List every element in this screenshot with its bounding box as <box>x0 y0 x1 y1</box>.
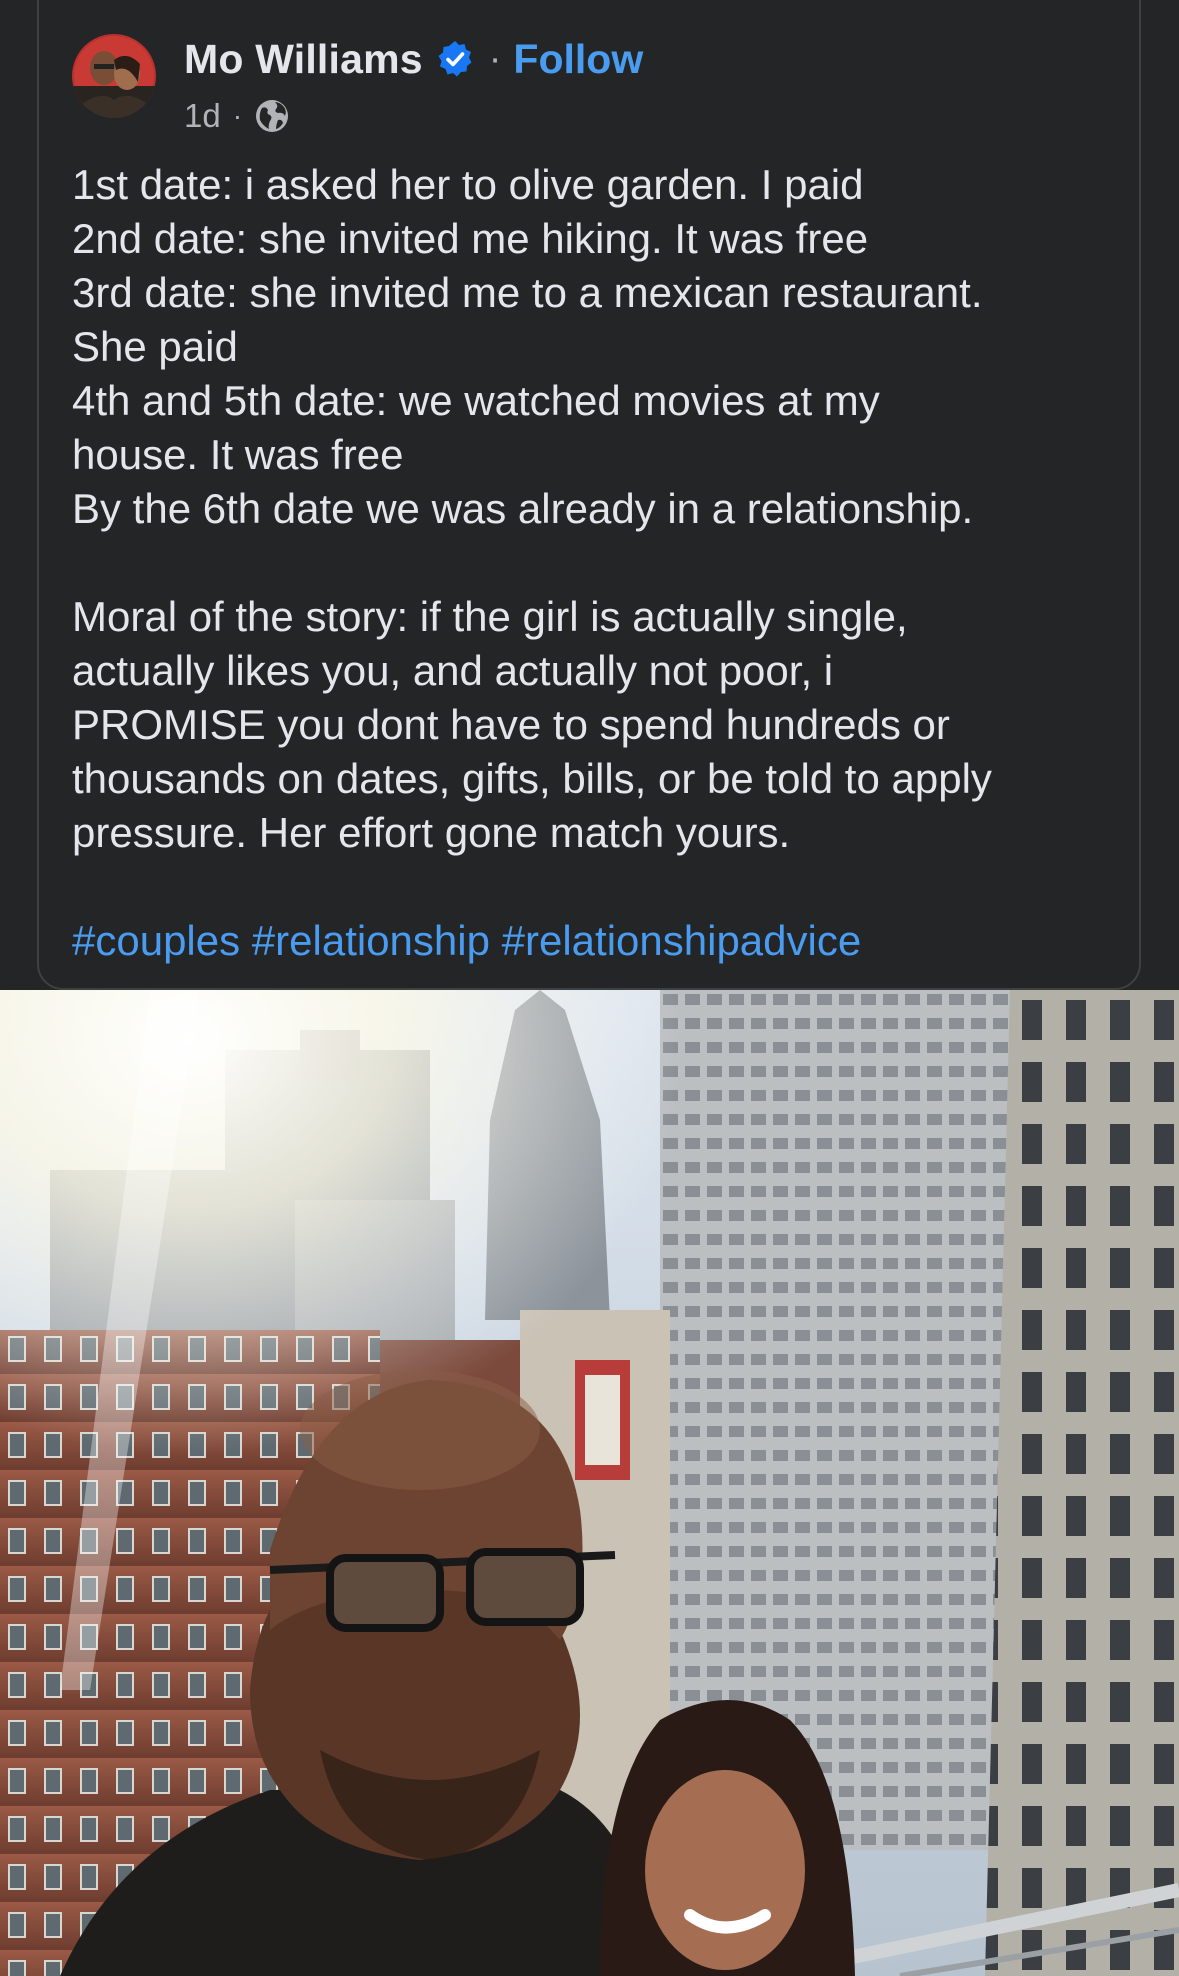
post-text-line: actually likes you, and actually not poo… <box>72 647 834 694</box>
post-text-line: She paid <box>72 323 238 370</box>
post-photo[interactable] <box>0 990 1179 1976</box>
post-text-line: 1st date: i asked her to olive garden. I… <box>72 161 864 208</box>
header-text: Mo Williams · Follow 1d · <box>184 34 643 136</box>
author-row: Mo Williams · Follow <box>184 34 643 84</box>
follow-button[interactable]: Follow <box>513 36 643 83</box>
post-text-line: Moral of the story: if the girl is actua… <box>72 593 908 640</box>
header-separator: · <box>488 37 502 80</box>
globe-icon[interactable] <box>254 98 290 134</box>
post-text-line: 4th and 5th date: we watched movies at m… <box>72 377 880 424</box>
post-text-line: pressure. Her effort gone match yours. <box>72 809 791 856</box>
hashtag-link[interactable]: #couples <box>72 917 240 964</box>
meta-separator: · <box>232 100 243 131</box>
hashtag-link[interactable]: #relationship <box>252 917 490 964</box>
post-text-line: 3rd date: she invited me to a mexican re… <box>72 269 983 316</box>
post-text-line: house. It was free <box>72 431 404 478</box>
post-timestamp[interactable]: 1d <box>184 97 221 135</box>
post-text-line: thousands on dates, gifts, bills, or be … <box>72 755 992 802</box>
post-text-line: By the 6th date we was already in a rela… <box>72 485 974 532</box>
post-text-line: PROMISE you dont have to spend hundreds … <box>72 701 950 748</box>
post-meta: 1d · <box>184 96 643 136</box>
hashtag-row: #couples #relationship #relationshipadvi… <box>72 914 1132 968</box>
author-name[interactable]: Mo Williams <box>184 36 423 83</box>
post-header: Mo Williams · Follow 1d · <box>72 34 643 134</box>
post-text: 1st date: i asked her to olive garden. I… <box>72 158 1132 968</box>
post-text-line: 2nd date: she invited me hiking. It was … <box>72 215 869 262</box>
verified-badge-icon <box>438 41 472 77</box>
hashtag-link[interactable]: #relationshipadvice <box>502 917 862 964</box>
author-avatar[interactable] <box>72 34 156 118</box>
